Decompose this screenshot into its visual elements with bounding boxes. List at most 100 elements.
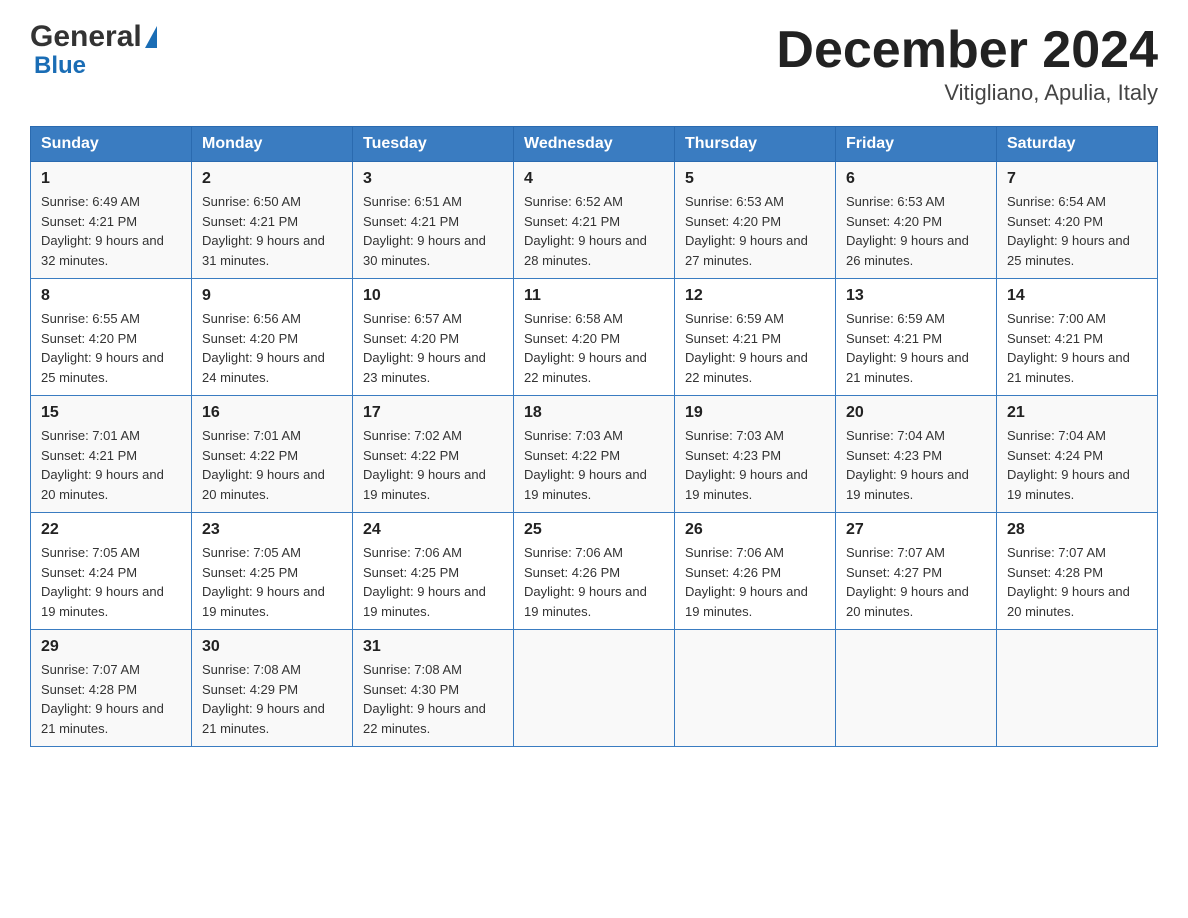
day-number: 11 (524, 287, 664, 305)
day-info: Sunrise: 7:06 AMSunset: 4:26 PMDaylight:… (685, 543, 825, 621)
calendar-cell: 31 Sunrise: 7:08 AMSunset: 4:30 PMDayligh… (353, 630, 514, 747)
calendar-header-row: SundayMondayTuesdayWednesdayThursdayFrid… (31, 127, 1158, 162)
day-number: 25 (524, 521, 664, 539)
calendar-week-1: 1 Sunrise: 6:49 AMSunset: 4:21 PMDaylight… (31, 162, 1158, 279)
calendar-cell: 28Sunrise: 7:07 AMSunset: 4:28 PMDayligh… (997, 513, 1158, 630)
day-info: Sunrise: 7:05 AMSunset: 4:24 PMDaylight:… (41, 543, 181, 621)
day-info: Sunrise: 7:06 AMSunset: 4:25 PMDaylight:… (363, 543, 503, 621)
day-number: 12 (685, 287, 825, 305)
calendar-cell: 18Sunrise: 7:03 AMSunset: 4:22 PMDayligh… (514, 396, 675, 513)
calendar-cell: 14 Sunrise: 7:00 AMSunset: 4:21 PMDayligh… (997, 279, 1158, 396)
calendar-cell: 17 Sunrise: 7:02 AMSunset: 4:22 PMDayligh… (353, 396, 514, 513)
day-header-saturday: Saturday (997, 127, 1158, 162)
page-header: General Blue December 2024 Vitigliano, A… (30, 20, 1158, 106)
day-info: Sunrise: 6:53 AMSunset: 4:20 PMDaylight:… (846, 192, 986, 270)
day-number: 10 (363, 287, 503, 305)
day-info: Sunrise: 6:55 AMSunset: 4:20 PMDaylight:… (41, 309, 181, 387)
day-header-wednesday: Wednesday (514, 127, 675, 162)
calendar-table: SundayMondayTuesdayWednesdayThursdayFrid… (30, 126, 1158, 747)
calendar-cell: 15 Sunrise: 7:01 AMSunset: 4:21 PMDayligh… (31, 396, 192, 513)
calendar-cell: 24 Sunrise: 7:06 AMSunset: 4:25 PMDayligh… (353, 513, 514, 630)
day-header-sunday: Sunday (31, 127, 192, 162)
day-info: Sunrise: 6:50 AMSunset: 4:21 PMDaylight:… (202, 192, 342, 270)
day-info: Sunrise: 6:57 AMSunset: 4:20 PMDaylight:… (363, 309, 503, 387)
logo-general: General (30, 20, 142, 54)
calendar-cell: 30 Sunrise: 7:08 AMSunset: 4:29 PMDayligh… (192, 630, 353, 747)
calendar-cell: 1 Sunrise: 6:49 AMSunset: 4:21 PMDaylight… (31, 162, 192, 279)
day-number: 30 (202, 638, 342, 656)
day-info: Sunrise: 6:49 AMSunset: 4:21 PMDaylight:… (41, 192, 181, 270)
day-info: Sunrise: 7:02 AMSunset: 4:22 PMDaylight:… (363, 426, 503, 504)
day-number: 15 (41, 404, 181, 422)
calendar-week-5: 29 Sunrise: 7:07 AMSunset: 4:28 PMDayligh… (31, 630, 1158, 747)
calendar-week-2: 8 Sunrise: 6:55 AMSunset: 4:20 PMDaylight… (31, 279, 1158, 396)
day-header-thursday: Thursday (675, 127, 836, 162)
calendar-cell: 11 Sunrise: 6:58 AMSunset: 4:20 PMDayligh… (514, 279, 675, 396)
logo: General Blue (30, 20, 157, 80)
day-info: Sunrise: 6:56 AMSunset: 4:20 PMDaylight:… (202, 309, 342, 387)
calendar-cell: 21 Sunrise: 7:04 AMSunset: 4:24 PMDayligh… (997, 396, 1158, 513)
day-header-friday: Friday (836, 127, 997, 162)
day-header-tuesday: Tuesday (353, 127, 514, 162)
day-info: Sunrise: 7:08 AMSunset: 4:30 PMDaylight:… (363, 660, 503, 738)
day-info: Sunrise: 6:51 AMSunset: 4:21 PMDaylight:… (363, 192, 503, 270)
day-number: 20 (846, 404, 986, 422)
day-number: 21 (1007, 404, 1147, 422)
day-number: 24 (363, 521, 503, 539)
title-block: December 2024 Vitigliano, Apulia, Italy (776, 20, 1158, 106)
calendar-cell: 5 Sunrise: 6:53 AMSunset: 4:20 PMDaylight… (675, 162, 836, 279)
calendar-cell: 20 Sunrise: 7:04 AMSunset: 4:23 PMDayligh… (836, 396, 997, 513)
day-info: Sunrise: 7:06 AMSunset: 4:26 PMDaylight:… (524, 543, 664, 621)
day-number: 29 (41, 638, 181, 656)
day-number: 8 (41, 287, 181, 305)
day-number: 19 (685, 404, 825, 422)
day-number: 31 (363, 638, 503, 656)
calendar-cell: 9 Sunrise: 6:56 AMSunset: 4:20 PMDaylight… (192, 279, 353, 396)
day-info: Sunrise: 7:08 AMSunset: 4:29 PMDaylight:… (202, 660, 342, 738)
calendar-cell: 10 Sunrise: 6:57 AMSunset: 4:20 PMDayligh… (353, 279, 514, 396)
day-info: Sunrise: 6:59 AMSunset: 4:21 PMDaylight:… (685, 309, 825, 387)
calendar-cell: 12 Sunrise: 6:59 AMSunset: 4:21 PMDayligh… (675, 279, 836, 396)
day-info: Sunrise: 6:53 AMSunset: 4:20 PMDaylight:… (685, 192, 825, 270)
calendar-cell (836, 630, 997, 747)
day-info: Sunrise: 6:58 AMSunset: 4:20 PMDaylight:… (524, 309, 664, 387)
calendar-cell: 26Sunrise: 7:06 AMSunset: 4:26 PMDayligh… (675, 513, 836, 630)
day-number: 13 (846, 287, 986, 305)
day-number: 18 (524, 404, 664, 422)
calendar-cell: 25 Sunrise: 7:06 AMSunset: 4:26 PMDayligh… (514, 513, 675, 630)
calendar-subtitle: Vitigliano, Apulia, Italy (776, 80, 1158, 106)
calendar-cell (514, 630, 675, 747)
calendar-cell: 3Sunrise: 6:51 AMSunset: 4:21 PMDaylight… (353, 162, 514, 279)
day-info: Sunrise: 7:01 AMSunset: 4:21 PMDaylight:… (41, 426, 181, 504)
calendar-cell: 2Sunrise: 6:50 AMSunset: 4:21 PMDaylight… (192, 162, 353, 279)
calendar-cell: 16Sunrise: 7:01 AMSunset: 4:22 PMDayligh… (192, 396, 353, 513)
calendar-cell: 7Sunrise: 6:54 AMSunset: 4:20 PMDaylight… (997, 162, 1158, 279)
day-number: 6 (846, 170, 986, 188)
day-info: Sunrise: 6:52 AMSunset: 4:21 PMDaylight:… (524, 192, 664, 270)
day-number: 17 (363, 404, 503, 422)
day-number: 4 (524, 170, 664, 188)
calendar-cell: 4 Sunrise: 6:52 AMSunset: 4:21 PMDaylight… (514, 162, 675, 279)
calendar-cell: 19Sunrise: 7:03 AMSunset: 4:23 PMDayligh… (675, 396, 836, 513)
calendar-cell: 8 Sunrise: 6:55 AMSunset: 4:20 PMDaylight… (31, 279, 192, 396)
day-number: 5 (685, 170, 825, 188)
calendar-cell (675, 630, 836, 747)
day-number: 27 (846, 521, 986, 539)
calendar-cell (997, 630, 1158, 747)
day-header-monday: Monday (192, 127, 353, 162)
day-number: 9 (202, 287, 342, 305)
calendar-cell: 27 Sunrise: 7:07 AMSunset: 4:27 PMDayligh… (836, 513, 997, 630)
calendar-week-3: 15 Sunrise: 7:01 AMSunset: 4:21 PMDayligh… (31, 396, 1158, 513)
day-info: Sunrise: 7:00 AMSunset: 4:21 PMDaylight:… (1007, 309, 1147, 387)
calendar-cell: 13Sunrise: 6:59 AMSunset: 4:21 PMDayligh… (836, 279, 997, 396)
calendar-cell: 29 Sunrise: 7:07 AMSunset: 4:28 PMDayligh… (31, 630, 192, 747)
day-info: Sunrise: 7:04 AMSunset: 4:24 PMDaylight:… (1007, 426, 1147, 504)
day-number: 16 (202, 404, 342, 422)
day-info: Sunrise: 7:04 AMSunset: 4:23 PMDaylight:… (846, 426, 986, 504)
day-info: Sunrise: 7:07 AMSunset: 4:27 PMDaylight:… (846, 543, 986, 621)
day-number: 1 (41, 170, 181, 188)
day-number: 22 (41, 521, 181, 539)
day-info: Sunrise: 6:54 AMSunset: 4:20 PMDaylight:… (1007, 192, 1147, 270)
day-info: Sunrise: 7:07 AMSunset: 4:28 PMDaylight:… (41, 660, 181, 738)
day-number: 14 (1007, 287, 1147, 305)
